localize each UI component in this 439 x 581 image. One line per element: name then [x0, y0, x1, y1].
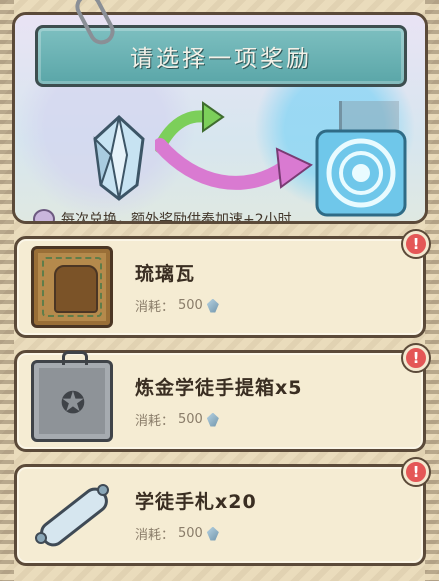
reward-info: 学徒手札x20 消耗： 500: [135, 487, 257, 543]
reward-option-tile[interactable]: 琉璃瓦 消耗： 500 !: [14, 231, 429, 338]
scroll-knob: [97, 484, 109, 496]
reward-option-scroll[interactable]: 学徒手札x20 消耗： 500 !: [14, 459, 429, 566]
cost-value: 500: [178, 526, 203, 541]
reward-info: 琉璃瓦 消耗： 500: [135, 259, 219, 315]
cost-label: 消耗：: [135, 300, 175, 315]
cost-value: 500: [178, 412, 203, 427]
bonus-note: 每次兑换，额外奖励供奉加速+2小时: [33, 205, 292, 224]
arrow-icon: [155, 138, 313, 190]
reward-name: 学徒手札x20: [135, 491, 257, 513]
reward-cost: 消耗： 500: [135, 410, 302, 429]
reward-name: 琉璃瓦: [135, 263, 196, 285]
cost-label: 消耗：: [135, 528, 175, 543]
page-title: 请选择一项奖励: [130, 46, 312, 72]
tile-icon: [31, 246, 113, 328]
scroll-icon: [31, 474, 113, 556]
scroll-knob: [35, 532, 47, 544]
crystal-icon: [93, 115, 145, 201]
pentagram-icon: ✪: [60, 386, 86, 421]
reward-hero-panel: 请选择一项奖励 每次兑换，额外奖励供奉加速+2小时: [12, 12, 428, 224]
reward-name: 炼金学徒手提箱x5: [135, 377, 303, 399]
octopus-icon: [33, 209, 55, 221]
alert-icon: !: [403, 231, 429, 257]
portal-icon: [315, 129, 407, 217]
reward-cost: 消耗： 500: [135, 524, 257, 543]
gem-icon: [206, 298, 219, 313]
reward-option-toolbox[interactable]: ✪ 炼金学徒手提箱x5 消耗： 500 !: [14, 345, 429, 452]
reward-cost: 消耗： 500: [135, 296, 219, 315]
gem-icon: [206, 412, 219, 427]
toolbox-handle: [62, 351, 88, 365]
alert-icon: !: [403, 459, 429, 485]
gem-icon: [206, 526, 219, 541]
cost-label: 消耗：: [135, 414, 175, 429]
reward-info: 炼金学徒手提箱x5 消耗： 500: [135, 373, 302, 429]
bonus-note-text: 每次兑换，额外奖励供奉加速+2小时: [61, 212, 292, 224]
cost-value: 500: [178, 298, 203, 313]
alert-icon: !: [403, 345, 429, 371]
toolbox-icon: ✪: [31, 351, 113, 442]
